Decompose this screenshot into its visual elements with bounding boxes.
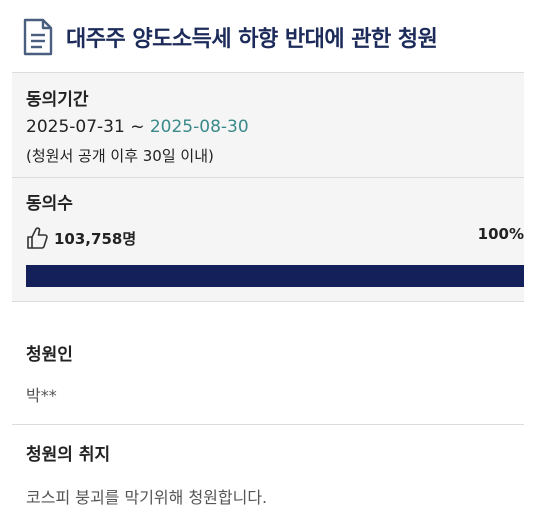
consent-count-value: 103,758명 [54, 229, 137, 248]
consent-percent: 100% [477, 225, 524, 243]
consent-period-start: 2025-07-31 [26, 117, 125, 137]
petition-purpose-label: 청원의 취지 [26, 445, 111, 465]
divider [12, 424, 524, 425]
petition-purpose-value: 코스피 붕괴를 막기위해 청원합니다. [26, 488, 268, 507]
consent-period-end: 2025-08-30 [149, 117, 249, 137]
document-icon [23, 18, 53, 56]
petitioner-value: 박** [26, 386, 57, 405]
consent-count-row: 103,758명 [26, 225, 136, 251]
consent-progress-bar [26, 265, 524, 287]
petition-status-box: 동의기간 2025-07-31 ~ 2025-08-30 (청원서 공개 이후 … [12, 72, 524, 302]
consent-period-separator: ~ [124, 117, 150, 137]
thumbs-up-icon [27, 227, 48, 249]
consent-progress-fill [26, 265, 524, 287]
page-title: 대주주 양도소득세 하향 반대에 관한 청원 [66, 27, 438, 52]
consent-period-note: (청원서 공개 이후 30일 이내) [26, 147, 214, 165]
consent-period-label: 동의기간 [26, 90, 89, 110]
consent-period-range: 2025-07-31 ~ 2025-08-30 [26, 117, 249, 137]
title-row: 대주주 양도소득세 하향 반대에 관한 청원 [22, 16, 522, 58]
petitioner-label: 청원인 [26, 345, 73, 365]
section-divider [12, 177, 524, 178]
consent-count-label: 동의수 [26, 194, 73, 214]
